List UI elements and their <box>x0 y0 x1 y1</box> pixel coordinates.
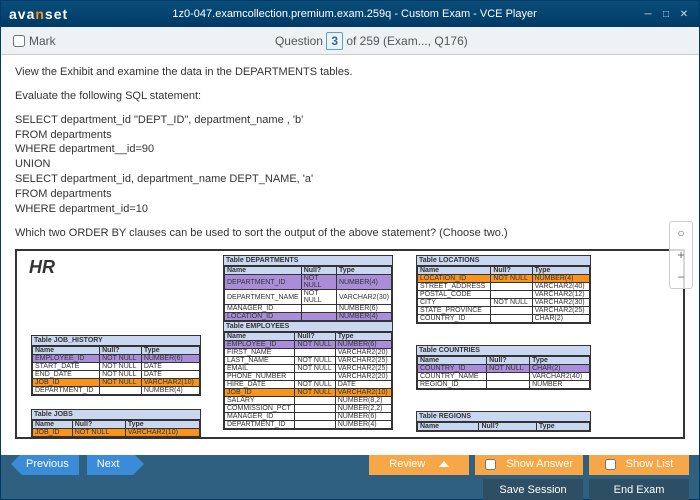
question-number: 3 <box>326 32 343 50</box>
question-info: Question 3 of 259 (Exam..., Q176) <box>56 34 687 48</box>
zoom-in-icon[interactable]: + <box>672 246 690 264</box>
q-line: UNION <box>15 157 685 172</box>
table-caption: Table JOB_HISTORY <box>32 336 200 346</box>
table-jobs: Table JOBS NameNull?Type JOB_IDNOT NULLV… <box>31 409 201 438</box>
maximize-icon[interactable]: □ <box>659 7 673 21</box>
zoom-reset-icon[interactable]: ○ <box>672 224 690 242</box>
content-area: View the Exhibit and examine the data in… <box>1 55 699 455</box>
minimize-icon[interactable]: ─ <box>641 7 655 21</box>
table-caption: Table JOBS <box>32 410 200 420</box>
close-icon[interactable]: ✕ <box>677 7 691 21</box>
save-session-button[interactable]: Save Session <box>483 479 583 500</box>
q-line: Evaluate the following SQL statement: <box>15 89 685 104</box>
toolbar: Mark Question 3 of 259 (Exam..., Q176) <box>1 27 699 55</box>
titlebar: avanset 1z0-047.examcollection.premium.e… <box>1 1 699 27</box>
table-locations: Table LOCATIONS NameNull?Type LOCATION_I… <box>416 255 591 324</box>
app-window: avanset 1z0-047.examcollection.premium.e… <box>0 0 700 500</box>
table-caption: Table LOCATIONS <box>417 256 590 266</box>
show-list-checkbox[interactable] <box>605 459 616 470</box>
show-answer-checkbox[interactable] <box>485 459 496 470</box>
logo: avanset <box>9 6 68 22</box>
table-job-history: Table JOB_HISTORY NameNull?Type EMPLOYEE… <box>31 335 201 396</box>
mark-label: Mark <box>29 34 56 48</box>
show-answer-button[interactable]: Show Answer <box>475 453 583 475</box>
q-line: Which two ORDER BY clauses can be used t… <box>15 226 685 241</box>
table-caption: Table REGIONS <box>417 412 590 422</box>
q-line: View the Exhibit and examine the data in… <box>15 65 685 80</box>
question-label: Question <box>275 34 323 48</box>
table-departments: Table DEPARTMENTS NameNull?Type DEPARTME… <box>223 255 393 322</box>
question-of: of 259 (Exam..., Q176) <box>346 34 467 48</box>
zoom-controls: ○ + − <box>669 221 693 289</box>
exhibit-diagram: HR Table DEPARTMENTS NameNull?Type DEPAR… <box>15 249 685 439</box>
q-line: WHERE department_id=10 <box>15 202 685 217</box>
table-countries: Table COUNTRIES NameNull?Type COUNTRY_ID… <box>416 345 591 390</box>
q-line: FROM departments <box>15 128 685 143</box>
prev-button[interactable]: Previous <box>11 453 79 475</box>
window-title: 1z0-047.examcollection.premium.exam.259q… <box>68 8 641 20</box>
end-exam-button[interactable]: End Exam <box>589 479 689 500</box>
zoom-out-icon[interactable]: − <box>672 268 690 286</box>
table-regions: Table REGIONS NameNull?Type <box>416 411 591 432</box>
q-line: WHERE department__id=90 <box>15 142 685 157</box>
review-button[interactable]: Review <box>369 453 469 475</box>
table-employees: Table EMPLOYEES NameNull?Type EMPLOYEE_I… <box>223 321 393 430</box>
q-line: SELECT department_id, department_name DE… <box>15 172 685 187</box>
q-line: SELECT department_id "DEPT_ID", departme… <box>15 113 685 128</box>
mark-input[interactable] <box>13 35 25 47</box>
table-caption: Table COUNTRIES <box>417 346 590 356</box>
table-caption: Table DEPARTMENTS <box>224 256 392 266</box>
hr-label: HR <box>29 257 55 278</box>
chevron-up-icon <box>439 461 449 467</box>
table-caption: Table EMPLOYEES <box>224 322 392 332</box>
next-button[interactable]: Next <box>87 453 145 475</box>
footer: Previous Next Review Show Answer Show Li… <box>1 455 699 499</box>
window-controls: ─ □ ✕ <box>641 7 691 21</box>
mark-checkbox[interactable]: Mark <box>13 34 56 48</box>
question-text: View the Exhibit and examine the data in… <box>15 65 685 240</box>
q-line: FROM departments <box>15 187 685 202</box>
show-list-button[interactable]: Show List <box>589 453 689 475</box>
